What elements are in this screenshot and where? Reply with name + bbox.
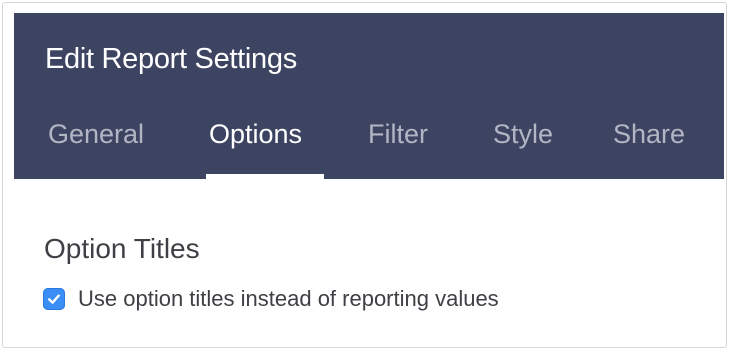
active-tab-indicator [206, 174, 324, 179]
option-titles-checkbox-label: Use option titles instead of reporting v… [78, 286, 499, 311]
tab-general-label: General [48, 119, 145, 149]
report-settings-panel: Edit Report Settings General Options Fil… [2, 2, 727, 348]
tab-style-label: Style [493, 119, 554, 149]
tab-filter[interactable]: Filter [368, 113, 428, 179]
checkmark-icon [48, 294, 60, 304]
option-titles-checkbox[interactable] [43, 288, 65, 310]
tab-style[interactable]: Style [493, 113, 553, 179]
tab-general[interactable]: General [48, 113, 144, 179]
tab-options[interactable]: Options [206, 113, 324, 179]
settings-tabs: General Options Filter Style Share [14, 113, 724, 179]
tab-share[interactable]: Share [613, 113, 685, 179]
tab-options-label: Options [209, 119, 303, 149]
tab-share-label: Share [613, 119, 686, 149]
section-title: Option Titles [44, 233, 200, 264]
panel-title: Edit Report Settings [45, 43, 297, 75]
settings-header: Edit Report Settings General Options Fil… [14, 13, 724, 179]
tab-filter-label: Filter [368, 119, 428, 149]
option-titles-checkbox-row[interactable]: Use option titles instead of reporting v… [43, 283, 499, 315]
